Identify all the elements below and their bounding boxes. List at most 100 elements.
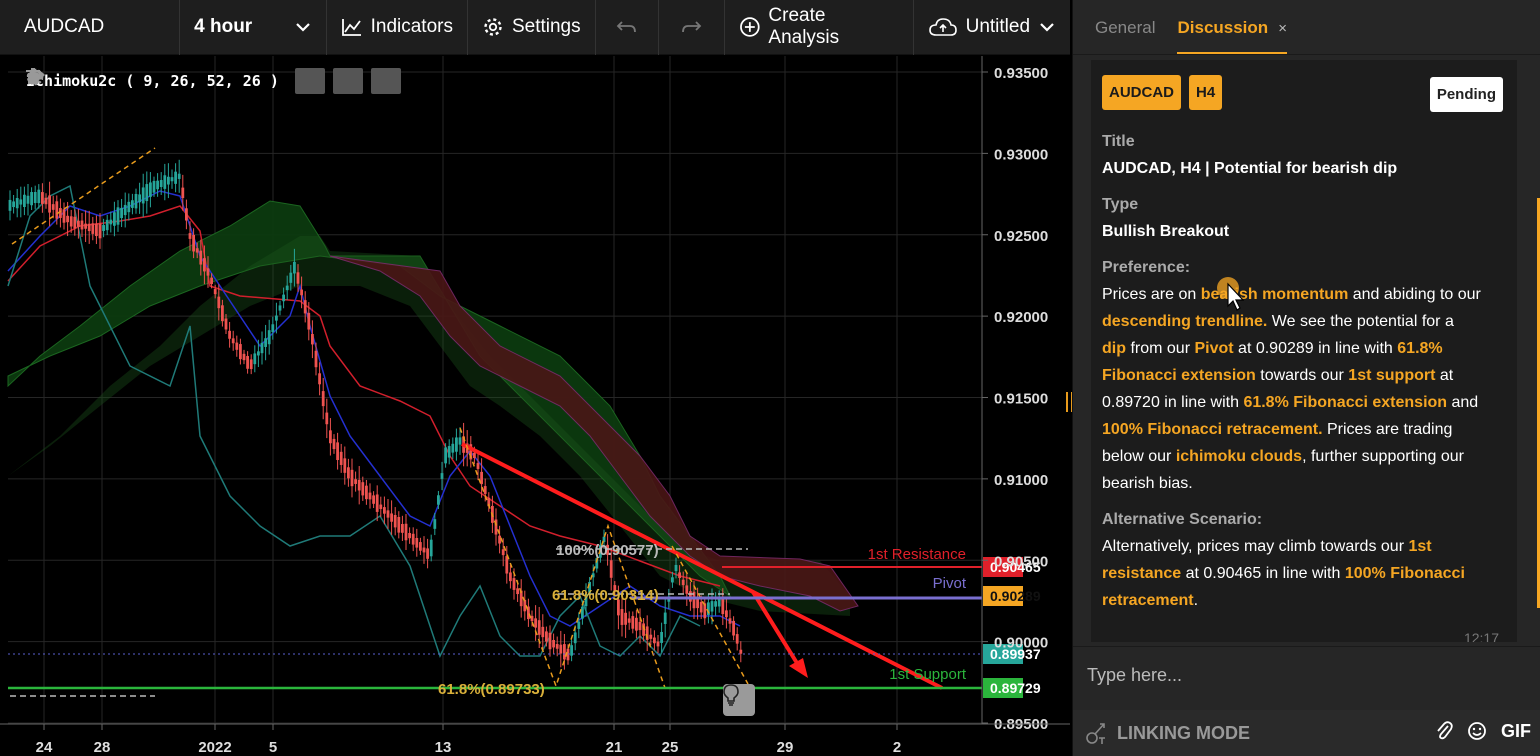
time-tick-label: 28 <box>94 739 111 756</box>
chart-toolbar: AUDCAD 4 hour Indicators Settings Create… <box>0 0 1070 55</box>
price-tick-label: 0.90000 <box>994 635 1048 652</box>
redo-button[interactable] <box>659 0 725 55</box>
tab-discussion-label: Discussion <box>1177 18 1269 37</box>
candle-body <box>152 180 156 193</box>
candle-body <box>113 212 116 226</box>
resistance-label: 1st Resistance <box>868 546 966 563</box>
link-mode-icon <box>1086 723 1105 744</box>
candle-body <box>710 601 714 612</box>
candle-body <box>671 577 674 583</box>
candle-body <box>181 187 185 198</box>
undo-button[interactable] <box>596 0 660 55</box>
candle-body <box>51 204 55 210</box>
candle-body <box>30 192 33 206</box>
candle-body <box>131 200 134 208</box>
candle-body <box>339 451 343 465</box>
price-tick-label: 0.91000 <box>994 472 1048 489</box>
candle-body <box>127 201 131 213</box>
idea-button[interactable] <box>723 684 755 716</box>
candle-body <box>242 353 246 361</box>
candle-body <box>505 556 509 574</box>
candle-body <box>167 176 170 185</box>
panel-tabs: General Discussion × <box>1073 0 1540 55</box>
interval-dropdown[interactable]: 4 hour <box>180 0 327 55</box>
candle-body <box>41 192 44 204</box>
candle-body <box>714 601 717 607</box>
forecast-arrow-head <box>789 658 808 678</box>
composer-actions: GIF <box>1435 720 1531 742</box>
candle-body <box>411 533 415 545</box>
candle-body <box>296 272 300 284</box>
gif-button[interactable]: GIF <box>1501 721 1531 742</box>
toggle-visibility-button[interactable] <box>27 68 325 94</box>
price-tick-label: 0.92000 <box>994 309 1048 326</box>
candle-body <box>725 610 728 618</box>
paperclip-icon[interactable] <box>1435 720 1453 742</box>
candle-body <box>483 486 487 494</box>
candle-body <box>455 437 458 452</box>
pivot-value: 0.90289 <box>990 588 1041 604</box>
candle-body <box>213 289 217 295</box>
candle-body <box>318 373 321 385</box>
tab-general-label: General <box>1095 18 1156 37</box>
time-tick-label: 24 <box>36 739 53 756</box>
indicator-legend: Ichimoku2c ( 9, 26, 52, 26 ) <box>26 68 401 94</box>
tab-general[interactable]: General <box>1095 18 1155 54</box>
tab-discussion[interactable]: Discussion × <box>1177 18 1287 54</box>
symbol-selector[interactable]: AUDCAD <box>0 0 181 55</box>
reply-input[interactable] <box>1087 653 1517 697</box>
candle-body <box>300 289 303 296</box>
candle-body <box>185 208 188 221</box>
pref-t4: from our <box>1126 340 1195 357</box>
candle-body <box>329 430 332 444</box>
remove-indicator-button[interactable] <box>26 68 401 94</box>
candle-body <box>84 223 87 229</box>
candle-body <box>73 216 77 229</box>
create-analysis-button[interactable]: Create Analysis <box>725 0 914 55</box>
candle-body <box>635 617 638 631</box>
time-axis: 24 28 2022 5 13 21 25 29 2 <box>0 723 1070 756</box>
time-tick-label: 21 <box>606 739 623 756</box>
candle-body <box>476 463 480 469</box>
candle-body <box>336 442 339 461</box>
candle-body <box>440 473 444 479</box>
candle-body <box>33 192 37 203</box>
drawings-layer: 1st Resistance Pivot 1st Support 100%(0.… <box>8 147 982 698</box>
support-value: 0.89729 <box>990 680 1041 696</box>
price-chart[interactable]: 1st Resistance Pivot 1st Support 100%(0.… <box>0 56 1070 756</box>
candle-body <box>37 189 41 204</box>
indicator-settings-button[interactable] <box>26 68 363 94</box>
close-tab-icon[interactable]: × <box>1278 20 1287 37</box>
candle-body <box>573 632 577 644</box>
candle-body <box>325 412 329 425</box>
candle-body <box>159 180 163 188</box>
indicators-button[interactable]: Indicators <box>327 0 468 55</box>
candle-body <box>275 315 278 321</box>
app-root: AUDCAD 4 hour Indicators Settings Create… <box>0 0 1540 756</box>
candle-body <box>188 233 192 239</box>
candle-body <box>512 578 516 590</box>
candle-body <box>386 510 390 518</box>
badge-group: AUDCAD H4 <box>1102 75 1223 110</box>
candle-body <box>77 220 80 227</box>
candle-body <box>109 219 113 225</box>
candle-body <box>246 356 249 369</box>
candle-body <box>577 621 581 629</box>
candle-body <box>390 513 393 522</box>
preference-text: Prices are on bearish momentum and abidi… <box>1102 281 1482 497</box>
candle-body <box>537 620 541 635</box>
settings-button[interactable]: Settings <box>468 0 596 55</box>
candle-body <box>271 324 275 333</box>
pref-h7: 61.8% Fibonacci extension <box>1243 394 1448 411</box>
emoji-icon[interactable] <box>1467 721 1487 741</box>
candle-body <box>534 618 537 628</box>
candle-body <box>224 318 228 330</box>
chart-canvas[interactable]: 1st Resistance Pivot 1st Support 100%(0.… <box>0 56 1070 756</box>
candle-body <box>257 351 260 356</box>
linking-mode-toggle[interactable]: LINKING MODE <box>1085 721 1250 745</box>
save-layout-button[interactable]: Untitled <box>914 0 1070 55</box>
candle-body <box>206 268 210 276</box>
candle-body <box>444 447 447 464</box>
candle-body <box>62 209 66 223</box>
pref-t3: We see the potential for a <box>1267 313 1454 330</box>
